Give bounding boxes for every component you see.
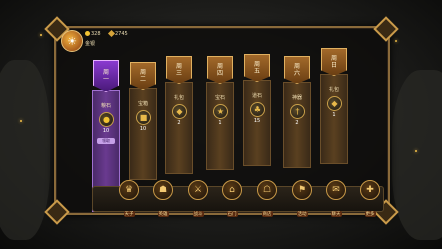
day-banner: 周六	[284, 56, 310, 84]
nav-button-8[interactable]: ✚ 更多	[358, 180, 382, 217]
background-rock-left	[0, 60, 50, 240]
bag-icon: ◆	[327, 96, 342, 111]
nav-label: 商店	[261, 211, 273, 217]
player-header: ☀ 328 2745 金银	[57, 27, 139, 53]
reward-quantity: 1	[332, 112, 336, 118]
background-rock-right	[392, 70, 442, 240]
gem-counter: 2745	[107, 29, 128, 38]
helmet-icon: ☗	[153, 180, 173, 200]
coin-counter: 328	[85, 31, 101, 37]
reward-quantity: 1	[218, 120, 222, 126]
star-icon: ★	[213, 104, 228, 119]
reward-name: 神器	[291, 95, 302, 101]
reward-quantity: 10	[139, 126, 147, 132]
gem-icon	[107, 29, 116, 38]
nav-label: 活动	[296, 211, 308, 217]
day-banner: 周日	[321, 48, 347, 76]
nav-button-3[interactable]: ⚔ 战斗	[186, 180, 210, 217]
reward-quantity: 10	[102, 128, 110, 134]
chest-icon: ■	[136, 110, 151, 125]
nav-label: 聊天	[330, 211, 342, 217]
spark	[20, 120, 22, 122]
day-banner: 周三	[166, 56, 192, 84]
nav-label: 石门	[226, 211, 238, 217]
rank-label: 金银	[85, 41, 96, 47]
nav-button-2[interactable]: ☗ 英雄	[151, 180, 175, 217]
reward-quantity: 2	[295, 120, 299, 126]
reward-name: 宝石	[214, 95, 225, 101]
chat-icon: ✉	[326, 180, 346, 200]
reward-quantity: 2	[177, 120, 181, 126]
bag-icon: ◆	[172, 104, 187, 119]
nav-label: 更多	[364, 211, 376, 217]
claim-button[interactable]: 领取	[97, 138, 115, 144]
nav-label: 天子	[123, 211, 135, 217]
reward-name: 宝箱	[137, 101, 148, 107]
gate-icon: ⌂	[222, 180, 242, 200]
nav-button-5[interactable]: ☖ 商店	[255, 180, 279, 217]
day-banner: 周一	[93, 60, 119, 92]
reward-name: 道石	[251, 93, 262, 99]
leaf-icon: ♣	[250, 102, 265, 117]
spark	[395, 40, 397, 42]
nav-label: 战斗	[192, 211, 204, 217]
reward-quantity: 15	[253, 118, 261, 124]
spark	[40, 34, 42, 36]
nav-button-1[interactable]: ♛ 天子	[117, 180, 141, 217]
flag-icon: ⚑	[292, 180, 312, 200]
coin-icon	[85, 31, 90, 36]
day-banner: 周五	[244, 54, 270, 82]
day-banner: 周二	[130, 62, 156, 90]
reward-name: 礼包	[173, 95, 184, 101]
nav-label: 英雄	[157, 211, 169, 217]
reward-name: 粮石	[100, 103, 111, 109]
nav-button-7[interactable]: ✉ 聊天	[324, 180, 348, 217]
swords-icon: ⚔	[188, 180, 208, 200]
coin-icon: ●	[99, 112, 114, 127]
shop-icon: ☖	[257, 180, 277, 200]
crown-icon: ♛	[119, 180, 139, 200]
more-icon: ✚	[360, 180, 380, 200]
day-banner: 周四	[207, 56, 233, 84]
sword-icon: †	[290, 104, 305, 119]
reward-name: 礼包	[328, 87, 339, 93]
nav-button-4[interactable]: ⌂ 石门	[220, 180, 244, 217]
avatar[interactable]: ☀	[61, 30, 83, 52]
nav-button-6[interactable]: ⚑ 活动	[290, 180, 314, 217]
spark	[415, 150, 417, 152]
